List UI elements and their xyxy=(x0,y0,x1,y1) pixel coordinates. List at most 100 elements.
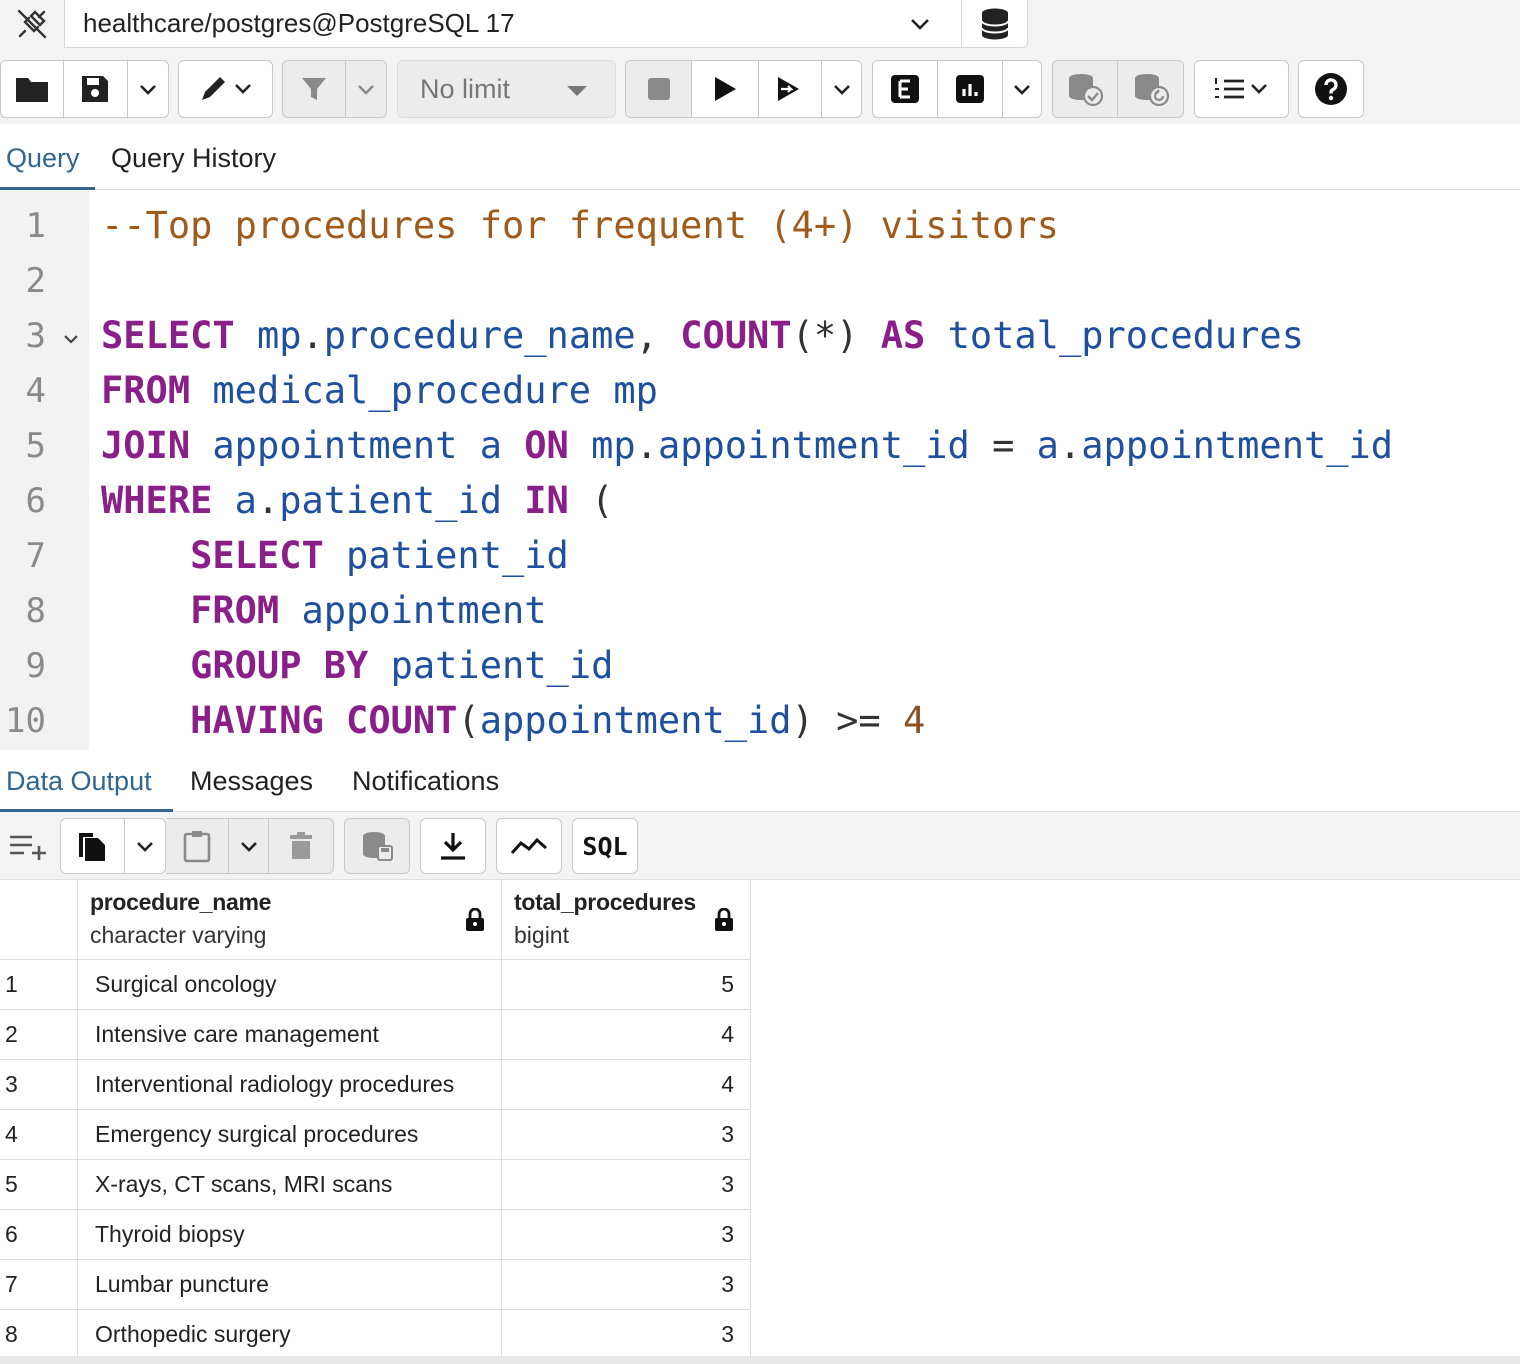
copy-icon xyxy=(79,833,106,861)
code-line: FROM appointment xyxy=(101,589,546,632)
filter-dropdown[interactable] xyxy=(346,61,386,117)
sql-punctuation: (*) xyxy=(791,314,881,357)
column-name: procedure_name xyxy=(90,889,272,915)
column-header-total-procedures[interactable]: total_procedures bigint xyxy=(502,880,751,960)
save-file-button[interactable] xyxy=(64,61,128,117)
sql-punctuation: ( xyxy=(457,699,480,742)
connection-select[interactable]: healthcare/postgres@PostgreSQL 17 xyxy=(64,0,962,48)
stop-icon xyxy=(647,78,670,100)
analyze-chart-icon xyxy=(956,75,985,103)
execute-button[interactable] xyxy=(692,61,759,117)
table-row[interactable]: 4 Emergency surgical procedures 3 xyxy=(0,1110,751,1160)
total-procedures-cell[interactable]: 3 xyxy=(502,1310,751,1359)
output-tabs: Data Output Messages Notifications xyxy=(0,750,1520,812)
explain-button[interactable] xyxy=(873,61,939,117)
table-row[interactable]: 2 Intensive care management 4 xyxy=(0,1010,751,1060)
tab-messages[interactable]: Messages xyxy=(190,750,313,812)
execute-script-button[interactable] xyxy=(759,61,823,117)
sql-identifier: medical_procedure mp xyxy=(212,369,658,412)
procedure-name-cell[interactable]: Lumbar puncture xyxy=(78,1260,502,1309)
filter-button[interactable] xyxy=(283,61,346,117)
commit-button[interactable] xyxy=(1053,61,1118,117)
paste-options-dropdown[interactable] xyxy=(229,819,270,873)
view-sql-button[interactable]: SQL xyxy=(573,819,637,873)
open-file-button[interactable] xyxy=(1,61,65,117)
tab-notifications[interactable]: Notifications xyxy=(352,750,499,812)
table-row[interactable]: 5 X-rays, CT scans, MRI scans 3 xyxy=(0,1160,751,1210)
procedure-name-cell[interactable]: Interventional radiology procedures xyxy=(78,1060,502,1109)
paste-button[interactable] xyxy=(166,819,229,873)
row-number-cell[interactable]: 6 xyxy=(0,1210,78,1259)
sql-punctuation: . xyxy=(635,424,658,467)
delete-row-button[interactable] xyxy=(269,819,333,873)
row-number-cell[interactable]: 7 xyxy=(0,1260,78,1309)
procedure-name-cell[interactable]: X-rays, CT scans, MRI scans xyxy=(78,1160,502,1209)
column-name: total_procedures xyxy=(514,889,696,915)
new-connection-button[interactable] xyxy=(962,0,1028,48)
total-procedures-cell[interactable]: 3 xyxy=(502,1110,751,1159)
rollback-button[interactable] xyxy=(1118,61,1183,117)
sql-keyword: JOIN xyxy=(101,424,191,467)
execute-options-dropdown[interactable] xyxy=(822,61,861,117)
sql-punctuation xyxy=(569,424,591,467)
add-row-button[interactable] xyxy=(0,818,56,874)
tab-data-output[interactable]: Data Output xyxy=(6,750,152,812)
row-number-cell[interactable]: 2 xyxy=(0,1010,78,1059)
copy-button[interactable] xyxy=(61,819,125,873)
sql-identifier: appointment_id xyxy=(1081,424,1394,467)
copy-options-dropdown[interactable] xyxy=(125,819,165,873)
download-button[interactable] xyxy=(421,819,485,873)
code-line: HAVING COUNT(appointment_id) >= 4 xyxy=(101,699,925,742)
grid-header: procedure_name character varying total_p… xyxy=(0,880,751,960)
help-button[interactable] xyxy=(1299,61,1363,117)
connection-status-icon[interactable] xyxy=(0,0,64,48)
row-number-cell[interactable]: 4 xyxy=(0,1110,78,1159)
tab-query-history[interactable]: Query History xyxy=(111,126,276,190)
table-row[interactable]: 8 Orthopedic surgery 3 xyxy=(0,1310,751,1360)
procedure-name-cell[interactable]: Thyroid biopsy xyxy=(78,1210,502,1259)
row-number-cell[interactable]: 3 xyxy=(0,1060,78,1109)
row-number-cell[interactable]: 1 xyxy=(0,960,78,1009)
code-line: --Top procedures for frequent (4+) visit… xyxy=(101,204,1059,247)
explain-group xyxy=(872,60,1042,118)
stop-button[interactable] xyxy=(626,61,693,117)
trash-icon xyxy=(290,832,313,859)
macros-button[interactable] xyxy=(1195,61,1288,117)
explain-analyze-button[interactable] xyxy=(938,61,1004,117)
execute-group xyxy=(625,60,862,118)
add-row-icon xyxy=(10,835,46,860)
graph-visualiser-button[interactable] xyxy=(497,819,561,873)
tab-query[interactable]: Query xyxy=(6,126,80,190)
sql-punctuation xyxy=(190,424,212,467)
total-procedures-cell[interactable]: 4 xyxy=(502,1060,751,1109)
procedure-name-cell[interactable]: Emergency surgical procedures xyxy=(78,1110,502,1159)
total-procedures-cell[interactable]: 3 xyxy=(502,1160,751,1209)
save-options-dropdown[interactable] xyxy=(128,61,169,117)
sql-identifier: mp xyxy=(591,424,636,467)
total-procedures-cell[interactable]: 3 xyxy=(502,1210,751,1259)
column-header-procedure-name[interactable]: procedure_name character varying xyxy=(78,880,502,960)
table-row[interactable]: 1 Surgical oncology 5 xyxy=(0,960,751,1010)
row-number-cell[interactable]: 5 xyxy=(0,1160,78,1209)
table-row[interactable]: 6 Thyroid biopsy 3 xyxy=(0,1210,751,1260)
save-data-changes-button[interactable] xyxy=(345,819,409,873)
row-limit-select[interactable]: No limit xyxy=(397,60,616,118)
edit-menu-button[interactable] xyxy=(179,61,272,117)
table-row[interactable]: 7 Lumbar puncture 3 xyxy=(0,1260,751,1310)
row-number-cell[interactable]: 8 xyxy=(0,1310,78,1359)
procedure-name-cell[interactable]: Surgical oncology xyxy=(78,960,502,1009)
fold-toggle-icon[interactable] xyxy=(62,330,80,353)
sql-editor[interactable]: 1 2 3 4 5 6 7 8 9 10 --Top procedures for frequen… xyxy=(0,190,1520,750)
total-procedures-cell[interactable]: 4 xyxy=(502,1010,751,1059)
clipboard-icon xyxy=(183,831,211,863)
table-row[interactable]: 3 Interventional radiology procedures 4 xyxy=(0,1060,751,1110)
total-procedures-cell[interactable]: 5 xyxy=(502,960,751,1009)
chevron-down-icon xyxy=(139,85,156,95)
procedure-name-cell[interactable]: Intensive care management xyxy=(78,1010,502,1059)
procedure-name-cell[interactable]: Orthopedic surgery xyxy=(78,1310,502,1359)
explain-options-dropdown[interactable] xyxy=(1003,61,1041,117)
line-chart-icon xyxy=(510,837,547,855)
total-procedures-cell[interactable]: 3 xyxy=(502,1260,751,1309)
sql-punctuation xyxy=(502,479,524,522)
chevron-down-icon xyxy=(909,11,931,42)
